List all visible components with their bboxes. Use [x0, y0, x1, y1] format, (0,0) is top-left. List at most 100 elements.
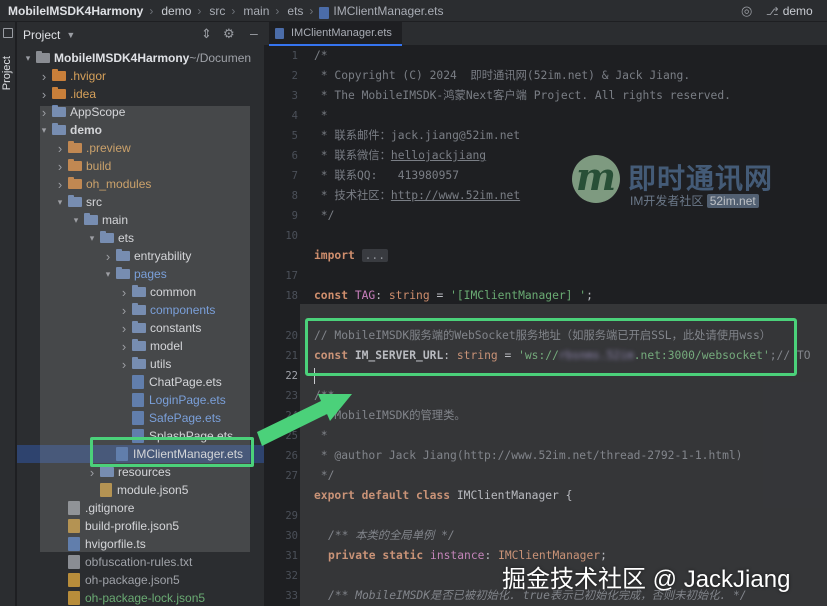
ets-file-icon	[275, 28, 284, 39]
code-line: * Copyright (C) 2024 即时通讯网(52im.net) & J…	[314, 69, 691, 82]
logo-sub-text: IM开发者社区	[630, 194, 704, 208]
minimize-icon[interactable]: –	[250, 25, 258, 41]
folded-imports[interactable]: ...	[361, 249, 389, 262]
tree-item-label: MobileIMSDK4Harmony	[54, 51, 190, 65]
line-number: 27	[285, 470, 298, 482]
branch-label: demo	[782, 4, 813, 18]
keyword: import	[314, 249, 355, 262]
code-line: * 技术社区：http://www.52im.net	[314, 186, 520, 206]
project-panel-header: Project ▼ ⇕ ⚙ –	[17, 22, 264, 48]
folder-icon	[52, 69, 66, 81]
breadcrumb-file[interactable]: IMClientManager.ets	[329, 4, 443, 18]
code-line: * The MobileIMSDK-鸿蒙Next客户端 Project. All…	[314, 89, 731, 102]
folder-icon	[52, 87, 66, 99]
tree-item[interactable]: ▾ MobileIMSDK4Harmony ~/Documen	[17, 49, 264, 67]
code-line: */	[314, 209, 335, 222]
logo-subtitle: IM开发者社区 52im.net	[630, 192, 759, 209]
tree-item[interactable]: › .hvigor	[17, 67, 264, 85]
line-number: 5	[291, 130, 298, 142]
breadcrumb-separator: ›	[231, 3, 236, 18]
tree-item-path: ~/Documen	[189, 51, 252, 65]
tree-item-label: obfuscation-rules.txt	[85, 555, 193, 569]
folder-icon	[36, 51, 50, 63]
comment-text: * 联系微信：	[314, 149, 391, 162]
tool-window-strip: Project	[0, 22, 16, 606]
folder-icon[interactable]	[3, 28, 13, 38]
line-number: 8	[291, 190, 298, 202]
type: string	[388, 289, 430, 302]
line-number: 4	[291, 110, 298, 122]
tree-item[interactable]: oh-package.json5	[17, 571, 264, 589]
line-number: 20	[285, 330, 298, 342]
code-line: *	[314, 109, 328, 122]
chevron-right-icon[interactable]: ›	[39, 69, 49, 84]
file-icon	[68, 555, 80, 569]
file-icon	[68, 591, 80, 605]
line-number: 32	[285, 570, 298, 582]
line-number: 17	[285, 270, 298, 282]
line-number-gutter: 1 2 3 4 5 6 7 8 9 10 17 18 20 21 22 23 24 25 26 27 29 30 31 32 3…	[264, 46, 304, 606]
project-tool-tab[interactable]: Project	[1, 56, 13, 90]
line-number: 7	[291, 170, 298, 182]
tab-imclientmanager[interactable]: IMClientManager.ets	[269, 22, 402, 46]
chevron-down-icon[interactable]: ▼	[66, 30, 75, 40]
line-number: 2	[291, 70, 298, 82]
line-number: 22	[285, 370, 298, 382]
line-number: 18	[285, 290, 298, 302]
breadcrumb-separator: ›	[149, 3, 154, 18]
chevron-down-icon[interactable]: ▾	[23, 53, 33, 64]
tab-label: IMClientManager.ets	[291, 27, 392, 39]
breadcrumb-ets[interactable]: ets	[279, 4, 303, 18]
tree-item-label: oh-package-lock.json5	[85, 591, 206, 605]
line-number: 3	[291, 90, 298, 102]
line-number: 33	[285, 590, 298, 602]
keyword: const	[314, 289, 349, 302]
tree-item-label: .idea	[70, 87, 97, 101]
highlight-box-file	[90, 437, 254, 467]
tree-item[interactable]: › .idea	[17, 85, 264, 103]
editor-tab-bar: IMClientManager.ets	[264, 22, 827, 46]
breadcrumb-main[interactable]: main	[235, 4, 269, 18]
breadcrumb-src[interactable]: src	[201, 4, 225, 18]
gear-icon[interactable]: ⚙	[223, 26, 235, 42]
identifier: TAG	[354, 289, 376, 302]
code-line: * 联系邮件：jack.jiang@52im.net	[314, 129, 521, 142]
code-line: * 联系QQ: 413980957	[314, 169, 460, 182]
line-number: 29	[285, 510, 298, 522]
line-number: 24	[285, 410, 298, 422]
expand-icon[interactable]: ⇕	[201, 26, 212, 42]
code-line: /*	[314, 49, 328, 62]
chevron-right-icon[interactable]: ›	[39, 87, 49, 102]
branch-selector[interactable]: ⎇ demo	[766, 2, 813, 20]
breadcrumb-separator: ›	[275, 3, 280, 18]
code-line: * 联系微信：hellojackjiang	[314, 146, 486, 166]
logo-mark: m	[572, 155, 620, 203]
tree-item[interactable]: oh-package-lock.json5	[17, 589, 264, 606]
breadcrumb-demo[interactable]: demo	[153, 4, 191, 18]
line-number: 9	[291, 210, 298, 222]
project-panel-title[interactable]: Project	[23, 28, 60, 42]
code-line: import ...	[314, 246, 389, 266]
file-icon	[68, 573, 80, 587]
wechat-id: hellojackjiang	[390, 149, 487, 162]
highlight-box-server-url	[305, 318, 797, 376]
locate-icon[interactable]: ◎	[741, 3, 752, 19]
code-line: const TAG: string = '[IMClientManager] '…	[314, 289, 593, 302]
line-number: 31	[285, 550, 298, 562]
tree-item[interactable]: obfuscation-rules.txt	[17, 553, 264, 571]
line-number: 21	[285, 350, 298, 362]
line-number: 6	[291, 150, 298, 162]
breadcrumb-separator: ›	[197, 3, 202, 18]
ets-file-icon	[319, 6, 330, 19]
string-literal: '[IMClientManager] '	[450, 289, 587, 302]
branch-icon: ⎇	[766, 5, 779, 18]
line-number: 1	[291, 50, 298, 62]
line-number: 25	[285, 430, 298, 442]
line-number: 26	[285, 450, 298, 462]
tree-item-label: oh-package.json5	[85, 573, 180, 587]
screenshot-dim-overlay	[40, 106, 250, 552]
community-link[interactable]: http://www.52im.net	[391, 189, 520, 202]
breadcrumb-separator: ›	[309, 3, 314, 18]
breadcrumb-project[interactable]: MobileIMSDK4Harmony	[0, 4, 143, 18]
juejin-watermark: 掘金技术社区 @ JackJiang	[502, 566, 791, 593]
